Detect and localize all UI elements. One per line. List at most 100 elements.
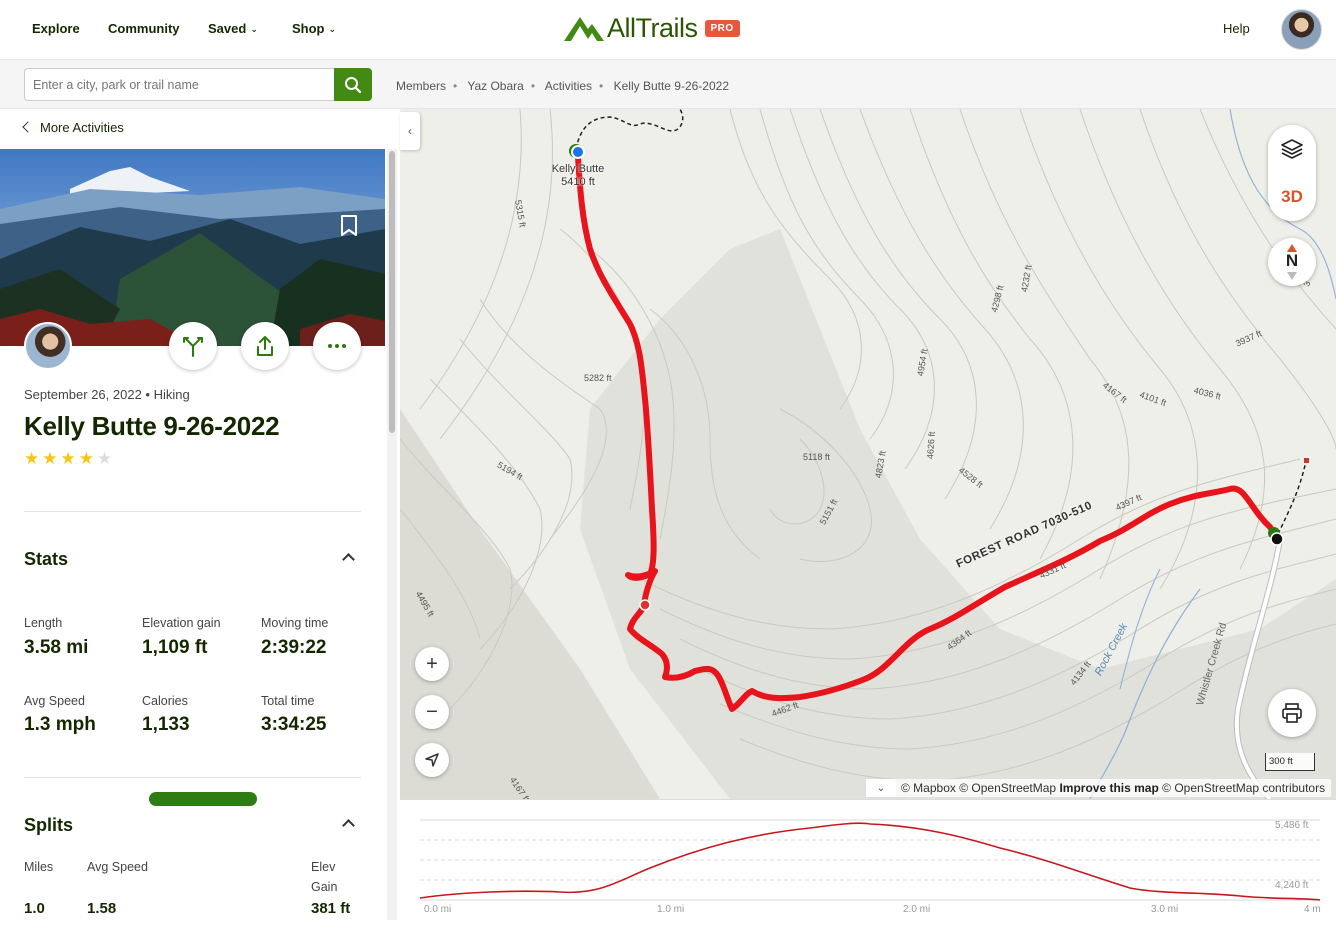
elevation-x-label: 4 m	[1304, 904, 1321, 915]
stat-speed-value: 1.3 mph	[24, 714, 96, 735]
breadcrumb-members[interactable]: Members	[396, 79, 446, 93]
nav-saved-menu[interactable]: Saved ⌄	[208, 21, 258, 36]
stat-total-time-value: 3:34:25	[261, 714, 327, 735]
mountain-logo-icon	[564, 17, 604, 41]
stat-label: Moving time	[261, 616, 329, 630]
minus-icon: −	[426, 700, 438, 723]
chevron-left-icon: ‹	[408, 124, 412, 138]
divider	[24, 777, 361, 778]
breadcrumb-activities[interactable]: Activities	[545, 79, 592, 93]
search-button[interactable]	[334, 68, 372, 101]
osm-contributors-link[interactable]: © OpenStreetMap contributors	[1162, 781, 1325, 795]
activity-photo[interactable]	[0, 149, 385, 346]
bookmark-icon[interactable]	[340, 215, 358, 237]
compass-north-label: N	[1285, 251, 1299, 270]
compass-button[interactable]: N	[1268, 238, 1316, 286]
splits-col-miles: Miles	[24, 860, 54, 874]
mapbox-attribution-link[interactable]: © Mapbox	[901, 781, 956, 795]
activity-sidebar: More Activities September 26, 2022 • Hik…	[0, 109, 400, 920]
more-options-button[interactable]	[313, 322, 361, 370]
contour-label: 4626 ft	[925, 431, 937, 460]
share-button[interactable]	[241, 322, 289, 370]
more-activities-link[interactable]: More Activities	[22, 120, 124, 135]
zoom-out-button[interactable]: −	[415, 695, 449, 729]
locate-me-button[interactable]	[415, 743, 449, 777]
elevation-chart	[419, 819, 1321, 901]
divider	[24, 511, 361, 512]
elevation-profile[interactable]: 5,486 ft 4,240 ft 0.0 mi 1.0 mi 2.0 mi 3…	[400, 799, 1336, 920]
elevation-min-label: 4,240 ft	[1275, 880, 1309, 891]
search-icon	[345, 76, 362, 93]
splits-col-elev: Elev	[311, 860, 336, 874]
top-navigation: Explore Community Saved ⌄ Shop ⌄ AllTrails…	[0, 0, 1336, 60]
stat-elevation-value: 1,109 ft	[142, 637, 208, 658]
rating-stars: ★★★★★	[24, 449, 115, 469]
map-attribution: © Mapbox © OpenStreetMap Improve this ma…	[895, 779, 1332, 797]
elevation-max-label: 5,486 ft	[1275, 820, 1309, 831]
stat-label: Total time	[261, 694, 315, 708]
location-arrow-icon	[425, 753, 439, 767]
split-pace-bar	[149, 792, 257, 806]
stat-label: Avg Speed	[24, 694, 85, 708]
help-link[interactable]: Help	[1223, 21, 1250, 36]
author-avatar[interactable]	[24, 322, 72, 370]
nav-community-link[interactable]: Community	[108, 21, 180, 36]
sidebar-scroll-thumb[interactable]	[389, 151, 395, 433]
split-route-icon	[183, 337, 203, 357]
splits-col-speed: Avg Speed	[87, 860, 148, 874]
splits-heading: Splits	[24, 815, 74, 835]
attribution-toggle[interactable]: ⌄	[866, 779, 896, 797]
alltrails-logo[interactable]: AllTrails PRO	[564, 12, 740, 44]
elevation-x-label: 3.0 mi	[1151, 904, 1179, 915]
star-filled-icon: ★	[42, 449, 61, 468]
split-speed: 1.58	[87, 900, 117, 917]
splits-col-gain: Gain	[311, 880, 338, 894]
printer-icon	[1282, 703, 1302, 723]
plus-icon: +	[426, 652, 438, 675]
collapse-stats-icon[interactable]	[342, 553, 355, 566]
collapse-splits-icon[interactable]	[342, 819, 355, 832]
peak-label: Kelly Butte 5410 ft	[551, 163, 605, 188]
activity-title: Kelly Butte 9-26-2022	[24, 411, 280, 441]
pro-badge: PRO	[704, 19, 740, 37]
elevation-x-label: 1.0 mi	[657, 904, 685, 915]
stats-heading: Stats	[24, 549, 69, 569]
stat-label: Length	[24, 616, 63, 630]
hero-landscape-image	[0, 149, 385, 346]
collapse-sidebar-button[interactable]: ‹	[400, 112, 420, 150]
layers-button[interactable]	[1268, 125, 1316, 173]
osm-attribution-link[interactable]: © OpenStreetMap	[959, 781, 1056, 795]
directions-button[interactable]	[169, 322, 217, 370]
improve-map-link[interactable]: Improve this map	[1059, 781, 1158, 795]
layers-icon	[1281, 139, 1303, 159]
chevron-left-icon	[22, 121, 34, 133]
print-button[interactable]	[1268, 689, 1316, 737]
elevation-x-label: 2.0 mi	[903, 904, 931, 915]
stat-calories-value: 1,133	[142, 714, 190, 735]
chevron-down-icon: ⌄	[250, 24, 258, 34]
breadcrumb-member-name[interactable]: Yaz Obara	[467, 79, 523, 93]
split-miles: 1.0	[24, 900, 45, 917]
star-filled-icon: ★	[60, 449, 79, 468]
elevation-x-label: 0.0 mi	[424, 904, 452, 915]
3d-toggle-button[interactable]: 3D	[1268, 173, 1316, 221]
nav-shop-menu[interactable]: Shop ⌄	[292, 21, 336, 36]
chevron-down-icon: ⌄	[876, 782, 886, 794]
user-avatar[interactable]	[1281, 9, 1322, 50]
breadcrumb-current: Kelly Butte 9-26-2022	[613, 79, 729, 93]
stat-label: Calories	[142, 694, 188, 708]
contour-label: 5282 ft	[584, 373, 612, 383]
stat-length-value: 3.58 mi	[24, 637, 89, 658]
star-empty-icon: ★	[97, 449, 116, 468]
stat-moving-time-value: 2:39:22	[261, 637, 327, 658]
nav-explore-link[interactable]: Explore	[32, 21, 80, 36]
search-input[interactable]	[24, 68, 334, 101]
split-elev-gain: 381 ft	[311, 900, 351, 917]
star-filled-icon: ★	[78, 449, 97, 468]
share-icon	[257, 336, 273, 356]
chevron-down-icon: ⌄	[328, 24, 337, 34]
brand-name: AllTrails	[607, 12, 698, 43]
activity-meta: September 26, 2022 • Hiking	[24, 387, 190, 402]
zoom-in-button[interactable]: +	[415, 647, 449, 681]
trail-map[interactable]: Kelly Butte 5410 ft FOREST ROAD 7030-510…	[400, 109, 1336, 799]
